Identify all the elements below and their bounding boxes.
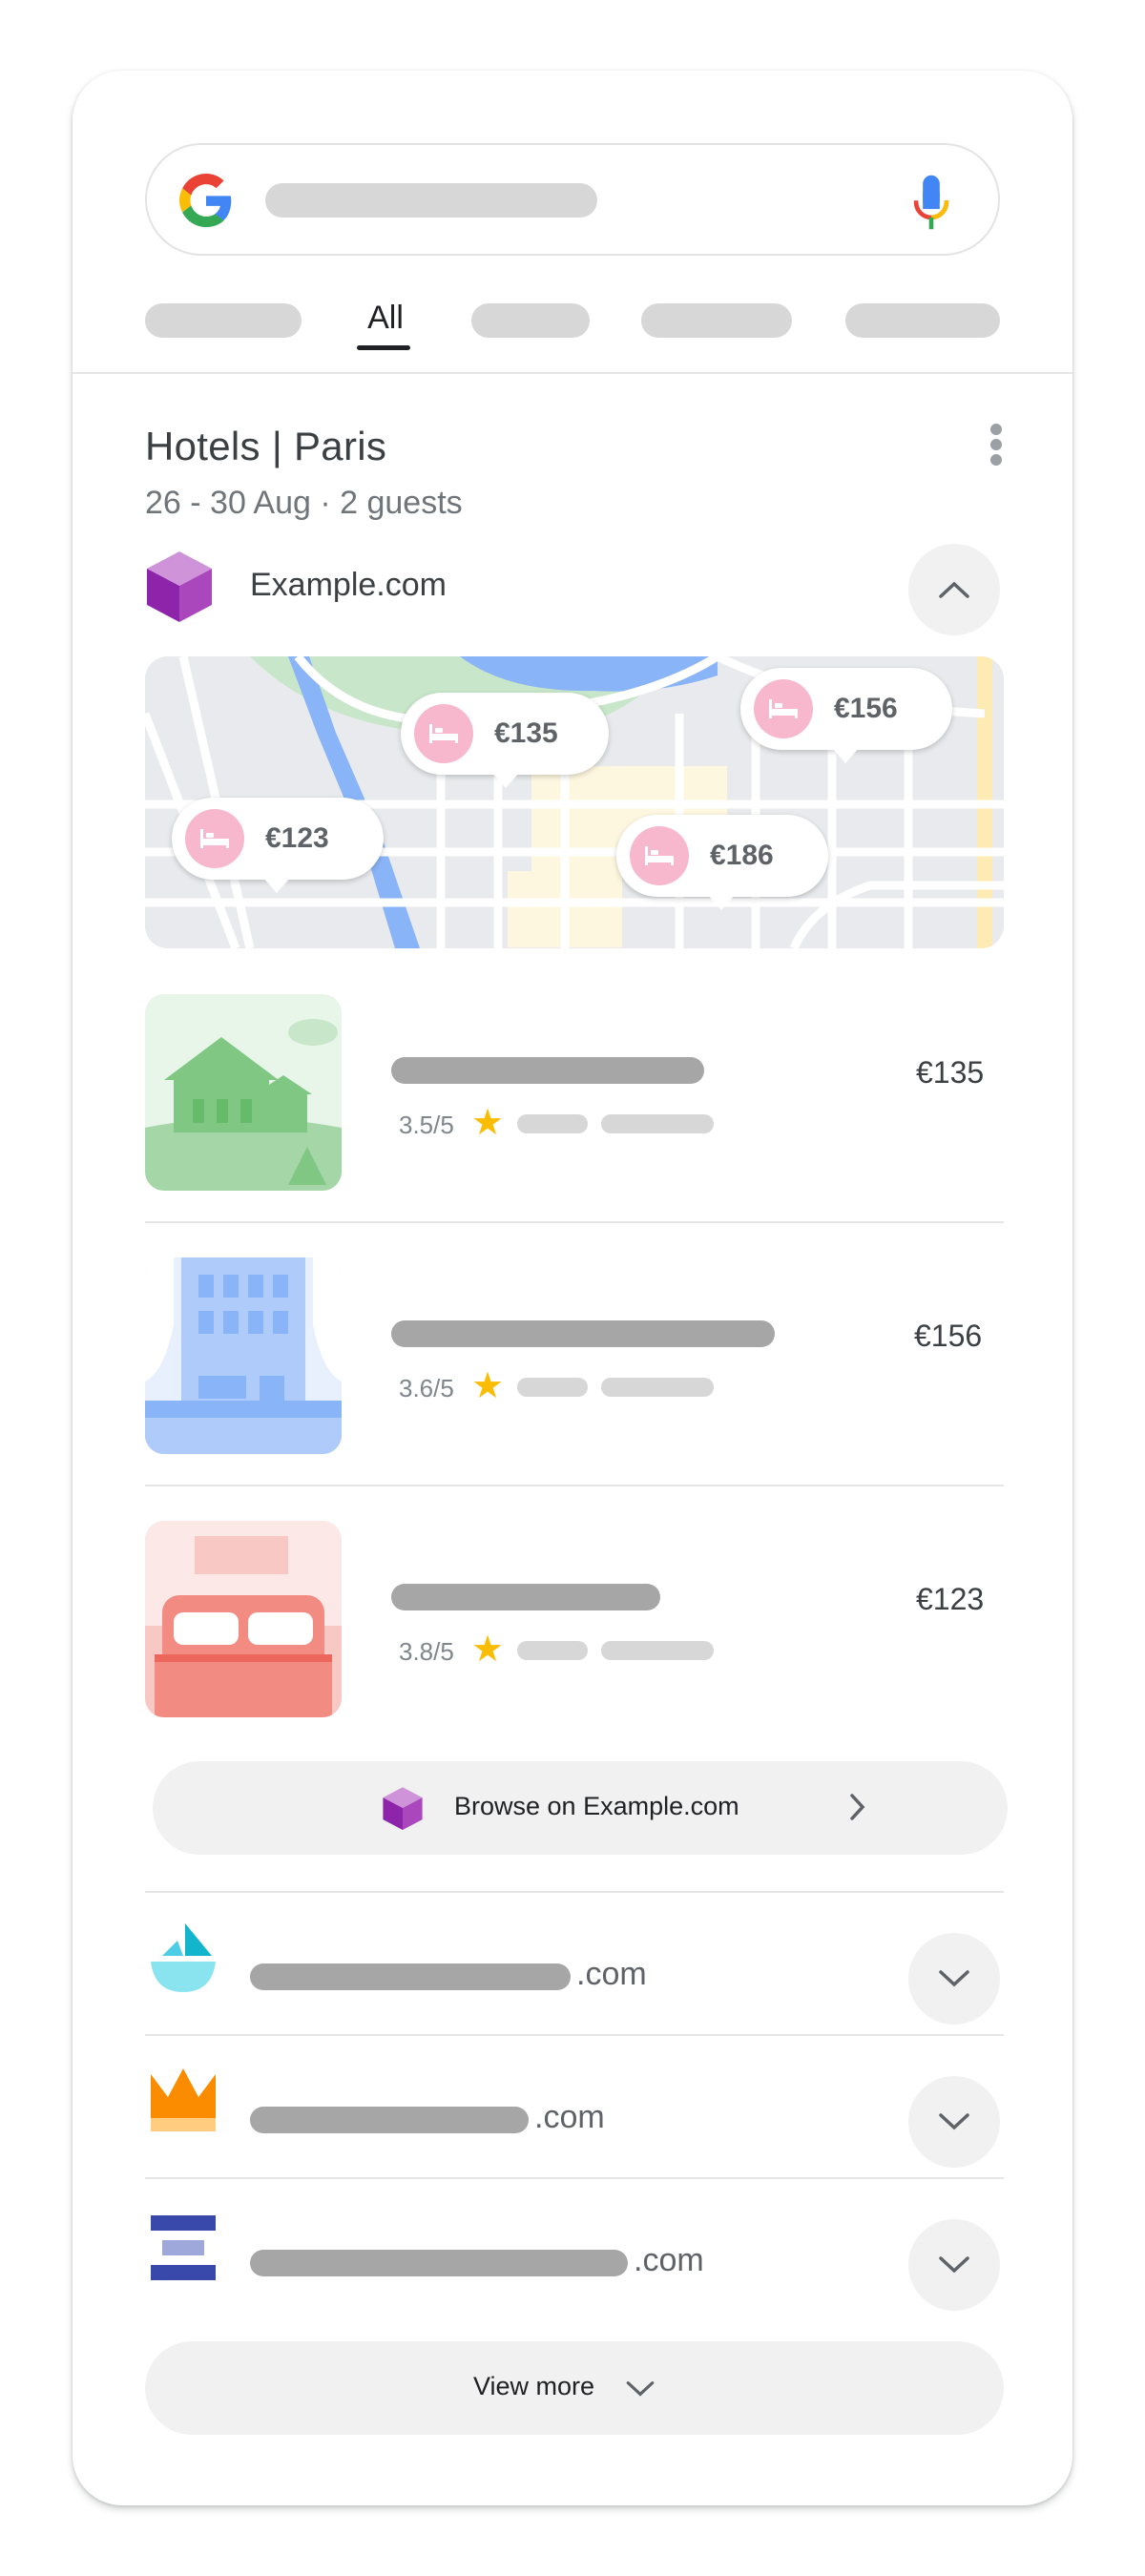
collapse-button[interactable] [908, 544, 1000, 635]
tab-placeholder-2[interactable] [471, 303, 590, 338]
map-pin-price: €123 [265, 822, 329, 854]
map-price-pin-1[interactable]: €135 [401, 693, 609, 788]
provider-row-3[interactable]: .com [73, 2179, 1072, 2322]
google-logo-icon [179, 174, 232, 227]
expand-button[interactable] [908, 2076, 1000, 2168]
hotel-rating: 3.5/5 [399, 1111, 454, 1139]
search-query-placeholder [265, 183, 597, 218]
view-more-button[interactable]: View more [145, 2341, 1004, 2435]
tabs-divider [73, 372, 1072, 374]
provider-row-2[interactable]: .com [73, 2036, 1072, 2179]
list-divider [145, 1485, 1004, 1486]
house-illustration-icon [145, 994, 342, 1191]
provider-name-placeholder [250, 1963, 571, 1990]
hotel-list-item-2[interactable]: 3.6/5 ★ €156 [73, 1252, 1072, 1485]
crown-icon [151, 2068, 216, 2131]
stacked-bars-icon [151, 2215, 216, 2280]
chevron-down-icon [939, 1970, 969, 1987]
bed-icon [414, 704, 473, 763]
hotel-price: €123 [916, 1582, 985, 1616]
expand-button[interactable] [908, 1933, 1000, 2025]
provider-name: Example.com [250, 567, 447, 603]
hotel-type-placeholder [601, 1378, 714, 1397]
browse-label: Browse on Example.com [454, 1792, 739, 1820]
hotel-type-placeholder [601, 1641, 714, 1660]
hotel-name-placeholder [391, 1057, 704, 1084]
bed-icon [630, 826, 689, 885]
list-divider [145, 1221, 1004, 1223]
pin-tail [708, 895, 735, 910]
microphone-icon[interactable] [910, 174, 952, 231]
trip-details: 26 - 30 Aug · 2 guests [145, 485, 463, 521]
browse-provider-button[interactable]: Browse on Example.com [153, 1761, 1008, 1855]
more-options-icon[interactable] [985, 422, 1008, 467]
hotel-list-item-1[interactable]: 3.5/5 ★ €135 [73, 988, 1072, 1221]
hotel-type-placeholder [601, 1114, 714, 1133]
building-illustration-icon [145, 1257, 342, 1454]
hotels-map[interactable]: €135 €156 €123 €186 [145, 656, 1004, 948]
bed-icon [185, 809, 244, 868]
tab-placeholder-1[interactable] [145, 303, 302, 338]
tab-all[interactable]: All [357, 300, 414, 337]
chevron-up-icon [939, 581, 969, 598]
tab-placeholder-3[interactable] [641, 303, 792, 338]
hotel-name-placeholder [391, 1320, 775, 1347]
example-cube-logo-icon [147, 551, 212, 622]
provider-domain-suffix: .com [576, 1956, 647, 1992]
tab-all-underline [357, 345, 410, 350]
hotel-price: €156 [914, 1319, 983, 1353]
provider-domain-suffix: .com [534, 2099, 605, 2135]
provider-name-placeholder [250, 2107, 529, 2133]
chevron-down-icon [939, 2256, 969, 2274]
phone-frame: All Hotels | Paris 26 - 30 Aug · 2 guest… [73, 71, 1072, 2505]
hotel-list-item-3[interactable]: 3.8/5 ★ €123 [73, 1515, 1072, 1748]
hotel-thumbnail [145, 1257, 342, 1454]
review-count-placeholder [517, 1114, 588, 1133]
map-price-pin-2[interactable]: €156 [740, 668, 952, 763]
provider-row-1[interactable]: .com [73, 1893, 1072, 2036]
review-count-placeholder [517, 1641, 588, 1660]
hotel-price: €135 [916, 1055, 985, 1090]
provider-name-placeholder [250, 2250, 628, 2276]
expand-button[interactable] [908, 2219, 1000, 2311]
chevron-down-icon [626, 2381, 655, 2397]
map-pin-price: €186 [710, 840, 774, 871]
map-pin-price: €135 [494, 717, 558, 749]
chevron-right-icon [850, 1794, 865, 1820]
star-icon: ★ [471, 1630, 505, 1670]
pin-tail [492, 773, 519, 788]
pin-tail [832, 748, 859, 763]
star-icon: ★ [471, 1366, 505, 1406]
hotel-name-placeholder [391, 1584, 660, 1610]
bed-illustration-icon [145, 1521, 342, 1717]
map-pin-price: €156 [834, 693, 898, 724]
tab-placeholder-4[interactable] [845, 303, 1000, 338]
bed-icon [754, 679, 813, 738]
pin-tail [263, 878, 290, 893]
review-count-placeholder [517, 1378, 588, 1397]
chevron-down-icon [939, 2113, 969, 2130]
search-bar[interactable] [145, 143, 1000, 256]
map-price-pin-3[interactable]: €123 [172, 798, 384, 893]
map-price-pin-4[interactable]: €186 [616, 815, 828, 910]
hotel-thumbnail [145, 1521, 342, 1717]
hotel-thumbnail [145, 994, 342, 1191]
sailboat-icon [151, 1923, 216, 1992]
example-cube-logo-icon [383, 1787, 423, 1830]
page-title: Hotels | Paris [145, 424, 387, 468]
provider-domain-suffix: .com [634, 2242, 704, 2278]
star-icon: ★ [471, 1103, 505, 1143]
view-more-label: View more [473, 2372, 595, 2400]
hotel-rating: 3.8/5 [399, 1637, 454, 1666]
hotel-rating: 3.6/5 [399, 1374, 454, 1402]
